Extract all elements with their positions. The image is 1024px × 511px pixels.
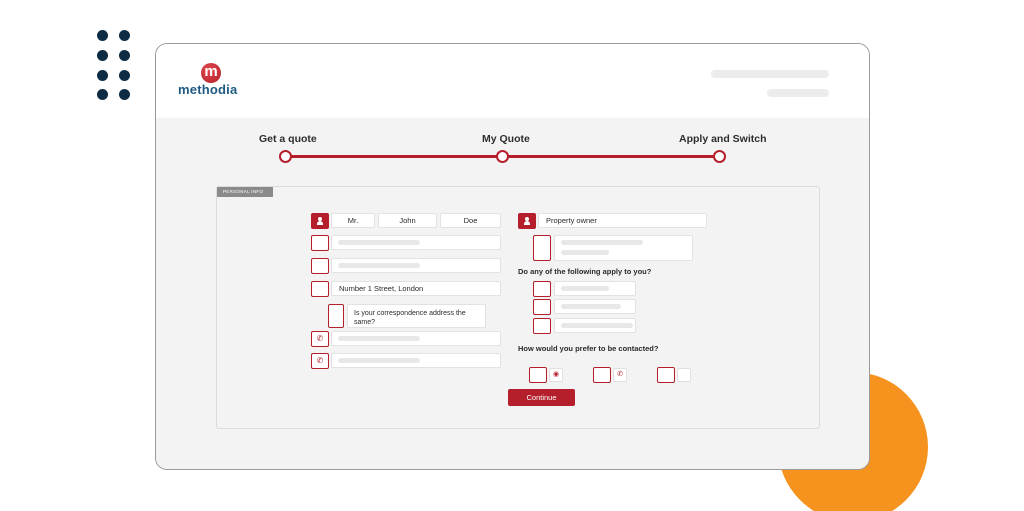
- person-icon: [317, 217, 323, 225]
- contact-email-checkbox[interactable]: [529, 367, 547, 383]
- dot: [97, 70, 108, 81]
- phone-icon: ✆: [613, 368, 627, 382]
- phone-icon-box: ✆: [311, 331, 329, 347]
- app-header: m methodia: [156, 44, 869, 118]
- placeholder-bar: [561, 250, 609, 255]
- placeholder-field[interactable]: [554, 318, 636, 333]
- correspondence-question: Is your correspondence address the same?: [347, 304, 486, 328]
- person-icon: [311, 213, 329, 229]
- placeholder-field[interactable]: [331, 258, 501, 273]
- phone-icon: ✆: [316, 356, 324, 365]
- person-icon: [518, 213, 536, 229]
- dot: [119, 30, 130, 41]
- checkbox-option[interactable]: [533, 318, 551, 334]
- brand-name: methodia: [178, 82, 238, 97]
- blank-icon: [677, 368, 691, 382]
- last-name-field[interactable]: Doe: [440, 213, 501, 228]
- dot: [119, 89, 130, 100]
- placeholder-bar: [338, 263, 420, 268]
- decorative-dot-grid: [97, 30, 133, 102]
- title-field[interactable]: Mr.: [331, 213, 375, 228]
- step-node-get-quote[interactable]: [279, 150, 292, 163]
- first-name-field[interactable]: John: [378, 213, 437, 228]
- contact-phone-checkbox[interactable]: [593, 367, 611, 383]
- checkbox-option[interactable]: [533, 235, 551, 261]
- app-window: m methodia Get a quote My Quote Apply an…: [155, 43, 870, 470]
- address-field[interactable]: Number 1 Street, London: [331, 281, 501, 296]
- step-label-apply-switch: Apply and Switch: [679, 133, 767, 145]
- placeholder-bar: [338, 336, 420, 341]
- dot: [119, 70, 130, 81]
- header-placeholder: [711, 70, 829, 78]
- step-label-my-quote: My Quote: [482, 133, 530, 145]
- contact-other-checkbox[interactable]: [657, 367, 675, 383]
- dot: [97, 30, 108, 41]
- continue-button[interactable]: Continue: [508, 389, 575, 406]
- placeholder-bar: [561, 323, 633, 328]
- dot: [97, 89, 108, 100]
- mobile-field[interactable]: [331, 353, 501, 368]
- placeholder-bar: [561, 286, 609, 291]
- step-label-get-quote: Get a quote: [259, 133, 317, 145]
- placeholder-field[interactable]: [554, 235, 693, 261]
- checkbox-correspondence[interactable]: [328, 304, 344, 328]
- dot: [119, 50, 130, 61]
- apply-question: Do any of the following apply to you?: [518, 267, 652, 276]
- illustration-stage: m methodia Get a quote My Quote Apply an…: [0, 0, 1024, 511]
- checkbox-option[interactable]: [533, 281, 551, 297]
- email-icon: ◉: [549, 368, 563, 382]
- placeholder-bar: [338, 358, 420, 363]
- phone-field[interactable]: [331, 331, 501, 346]
- step-node-apply-switch[interactable]: [713, 150, 726, 163]
- contact-question: How would you prefer to be contacted?: [518, 344, 659, 353]
- placeholder-field[interactable]: [554, 299, 636, 314]
- placeholder-field[interactable]: [554, 281, 636, 296]
- step-node-my-quote[interactable]: [496, 150, 509, 163]
- placeholder-bar: [561, 304, 621, 309]
- section-tag: PERSONAL INFO: [217, 187, 273, 197]
- placeholder-bar: [561, 240, 643, 245]
- field-icon-box: [311, 235, 329, 251]
- dot: [97, 50, 108, 61]
- person-icon: [524, 217, 530, 225]
- placeholder-field[interactable]: [331, 235, 501, 250]
- checkbox-option[interactable]: [533, 299, 551, 315]
- field-icon-box: [311, 281, 329, 297]
- header-placeholder: [767, 89, 829, 97]
- property-status-field[interactable]: Property owner: [538, 213, 707, 228]
- phone-icon: ✆: [316, 334, 324, 343]
- methodia-logo-icon: m: [201, 63, 221, 83]
- field-icon-box: [311, 258, 329, 274]
- placeholder-bar: [338, 240, 420, 245]
- phone-icon-box: ✆: [311, 353, 329, 369]
